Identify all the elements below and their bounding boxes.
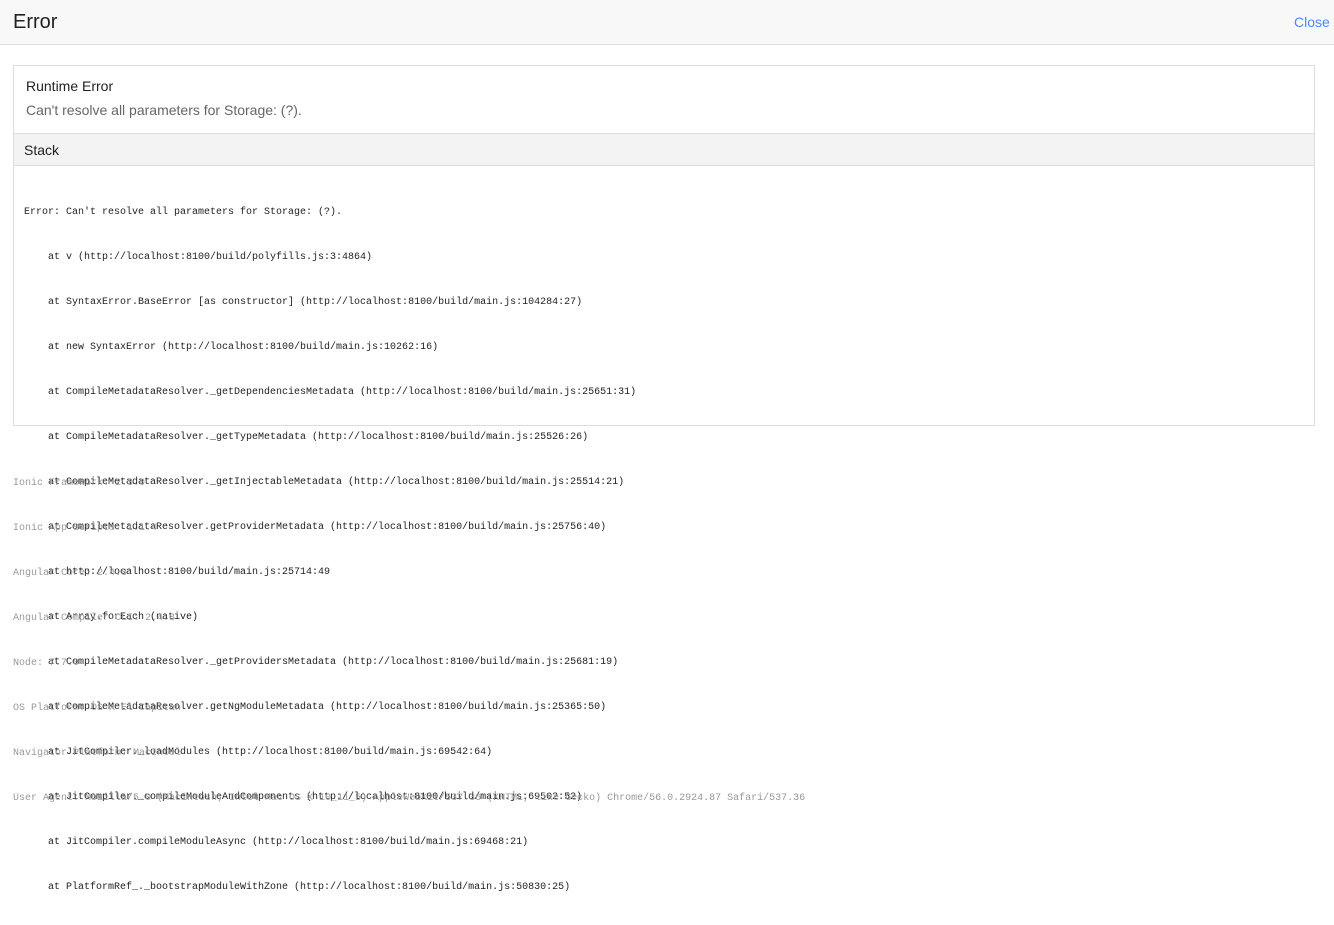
close-button[interactable]: Close bbox=[1294, 13, 1334, 31]
env-info-line: Ionic App Scripts: 1.1.4 bbox=[13, 523, 158, 534]
env-info-line: User Agent: Mozilla/5.0 (Macintosh; Inte… bbox=[13, 793, 806, 804]
error-modal-toolbar: Error Close bbox=[0, 0, 1334, 45]
error-header: Runtime Error Can't resolve all paramete… bbox=[14, 66, 1314, 133]
stack-trace-line: at CompileMetadataResolver._getTypeMetad… bbox=[24, 432, 589, 443]
env-info-line: Angular Compiler CLI: 2.4.8 bbox=[13, 613, 176, 624]
stack-trace-line: at CompileMetadataResolver._getDependenc… bbox=[24, 387, 637, 398]
stack-trace-line: at SyntaxError.BaseError [as constructor… bbox=[24, 297, 583, 308]
env-info-line: Ionic Framework: 2.3.0 bbox=[13, 478, 146, 489]
env-info-line: Angular Core: 2.4.8 bbox=[13, 568, 128, 579]
environment-info: Ionic Framework: 2.3.0 Ionic App Scripts… bbox=[13, 446, 805, 821]
stack-trace-line: at new SyntaxError (http://localhost:810… bbox=[24, 342, 439, 353]
env-info-line: Navigator Platform: MacIntel bbox=[13, 748, 182, 759]
stack-trace-line: at JitCompiler.compileModuleAsync (http:… bbox=[24, 837, 529, 848]
page-title: Error bbox=[13, 11, 58, 33]
stack-trace-line: at PlatformRef_._bootstrapModuleWithZone… bbox=[24, 882, 571, 893]
stack-trace-line: Error: Can't resolve all parameters for … bbox=[24, 207, 343, 218]
stack-header: Stack bbox=[14, 133, 1314, 166]
stack-trace-line: at v (http://localhost:8100/build/polyfi… bbox=[24, 252, 373, 263]
stack-title: Stack bbox=[24, 142, 60, 158]
env-info-line: OS Platform: OS X El Capitan bbox=[13, 703, 182, 714]
error-title: Runtime Error bbox=[26, 78, 114, 94]
error-message: Can't resolve all parameters for Storage… bbox=[26, 102, 302, 118]
env-info-line: Node: 7.7.0 bbox=[13, 658, 80, 669]
runtime-error-panel: Runtime Error Can't resolve all paramete… bbox=[13, 65, 1315, 893]
